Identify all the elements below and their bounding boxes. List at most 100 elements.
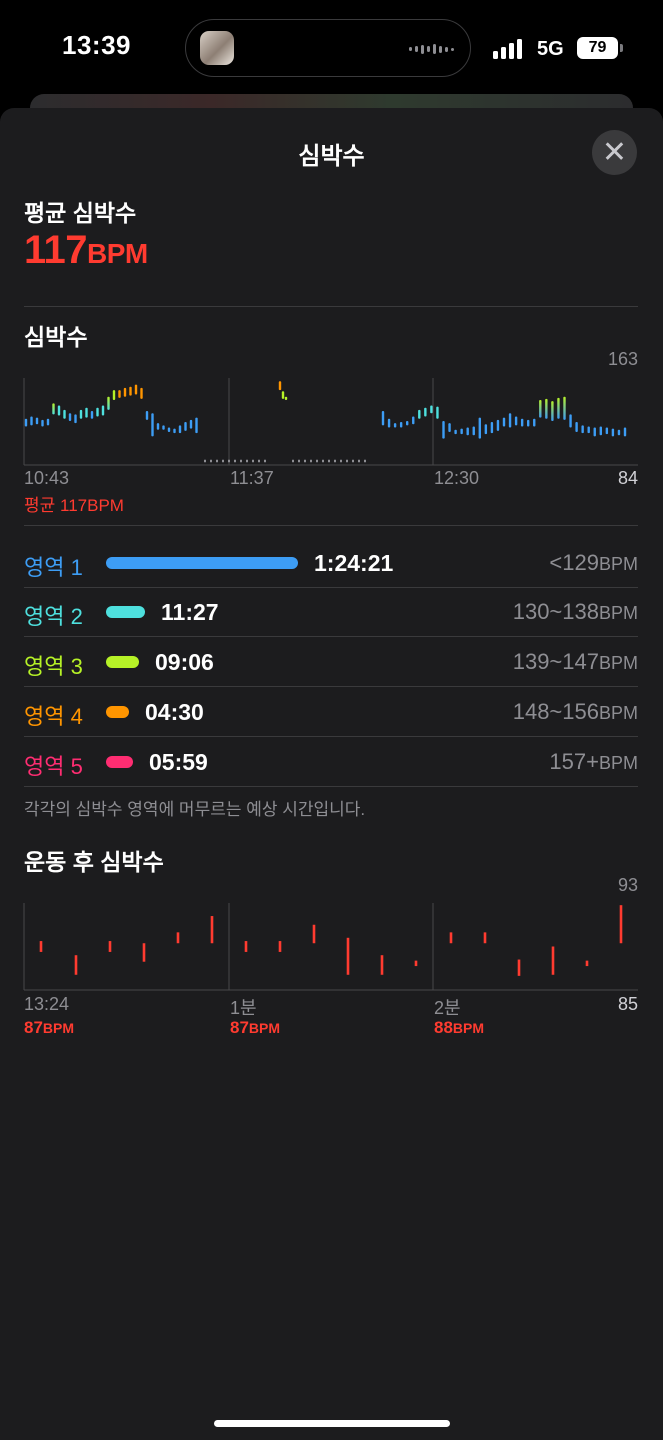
hr-bar [167,427,171,432]
dynamic-island[interactable] [185,19,471,77]
hr-bar [281,391,285,399]
hr-bar [551,401,554,421]
hr-bar [412,416,415,425]
recovery-bpm-2-unit: BPM [452,1020,485,1036]
hr-chart-ymin: 84 [617,468,638,488]
zone-1-label: 영역 1 [24,555,83,580]
hr-bar [63,409,66,419]
hr-chart-average: 평균 117BPM [24,496,124,515]
battery-tip [620,44,623,52]
hr-bar [406,420,409,426]
zone-4-time: 04:30 [145,699,204,725]
hr-chart-title: 심박수 [24,324,88,350]
divider [24,786,638,787]
hr-bar [393,423,397,428]
recovery-bpm-0: 87BPM [24,1018,74,1038]
hr-bar [527,419,530,427]
zone-2-range: 130~138BPM [513,599,638,625]
hr-x-label-mid: 11:37 [230,468,274,488]
hr-bar [514,416,518,426]
recovery-bar [244,941,248,952]
zone-5-label: 영역 5 [24,754,83,779]
hr-bar [478,417,481,439]
hr-bar [460,428,463,435]
home-indicator[interactable] [214,1420,450,1427]
hr-bar [284,396,288,401]
hr-bar [184,422,187,431]
hr-bar [605,427,609,435]
zone-1-bar [106,557,298,569]
hr-bar [85,407,88,418]
zone-5-range-unit: BPM [598,753,638,773]
hr-bar [502,417,506,427]
recovery-bpm-0-unit: BPM [42,1020,75,1036]
hr-bar [442,420,445,439]
hr-bar [533,418,536,427]
hr-chart-ymax: 163 [607,349,638,369]
zone-5-range-value: 157+ [549,749,599,774]
hr-bar [134,384,138,395]
recovery-bar [346,937,350,975]
zone-3-label: 영역 3 [24,654,83,679]
hr-bar [41,419,44,427]
hr-bar [454,429,457,435]
hr-bar [129,386,132,396]
hr-bar [90,411,94,419]
recovery-bar [176,932,180,944]
recovery-bpm-1-value: 87 [230,1018,249,1037]
recovery-bpm-2-value: 88 [434,1018,453,1037]
hr-bar [387,418,391,428]
hr-bar [74,414,77,424]
zone-5-time: 05:59 [149,749,208,775]
recovery-chart-ymax: 93 [617,875,638,895]
now-playing-avatar [200,31,234,65]
recovery-bar [517,959,521,976]
recovery-bar [278,941,282,952]
hr-bar [195,417,198,434]
zone-2-range-unit: BPM [598,603,638,623]
recovery-bar [551,946,555,975]
hr-bar [599,426,602,436]
hr-bar [173,428,176,434]
hr-bar [545,398,548,419]
zone-4-bar [106,706,129,718]
divider [24,525,638,526]
hr-bar [24,418,28,427]
recovery-bar [380,955,384,975]
zone-4-label: 영역 4 [24,704,83,729]
hr-bar [162,425,165,430]
zone-5-bar [106,756,133,768]
hr-chart [23,378,638,466]
recovery-bar [449,932,453,944]
zone-3-range: 139~147BPM [513,649,638,675]
recovery-x-label-2min: 2분 [434,998,461,1018]
xmark-icon: ✕ [601,136,628,169]
network-type: 5G [537,38,564,60]
hr-x-label-start: 10:43 [24,468,70,488]
hr-bar [52,403,55,415]
cellular-signal-icon [493,37,522,59]
hr-bar [30,416,33,426]
zone-1-range-unit: BPM [598,554,638,574]
recovery-bar [312,924,316,944]
hr-bar [123,387,127,397]
hr-bar [424,407,427,417]
hr-bar [101,405,105,416]
recovery-chart-ymin: 85 [617,994,638,1014]
hr-bar [189,419,193,429]
close-button[interactable]: ✕ [592,130,637,175]
divider [24,306,638,307]
hr-bar [611,428,615,437]
zone-1-range-value: <129 [549,550,599,575]
average-hr-label: 평균 심박수 [24,200,137,226]
divider [24,587,638,588]
recovery-bar [483,932,487,944]
zone-2-time: 11:27 [161,599,219,625]
hr-bar [490,422,494,434]
hr-bar [46,418,50,426]
battery-icon: 79 [577,37,618,59]
recovery-bar [619,905,623,944]
hr-bar [430,405,433,414]
hr-x-label-end: 12:30 [434,468,480,488]
hr-bar [593,427,596,437]
